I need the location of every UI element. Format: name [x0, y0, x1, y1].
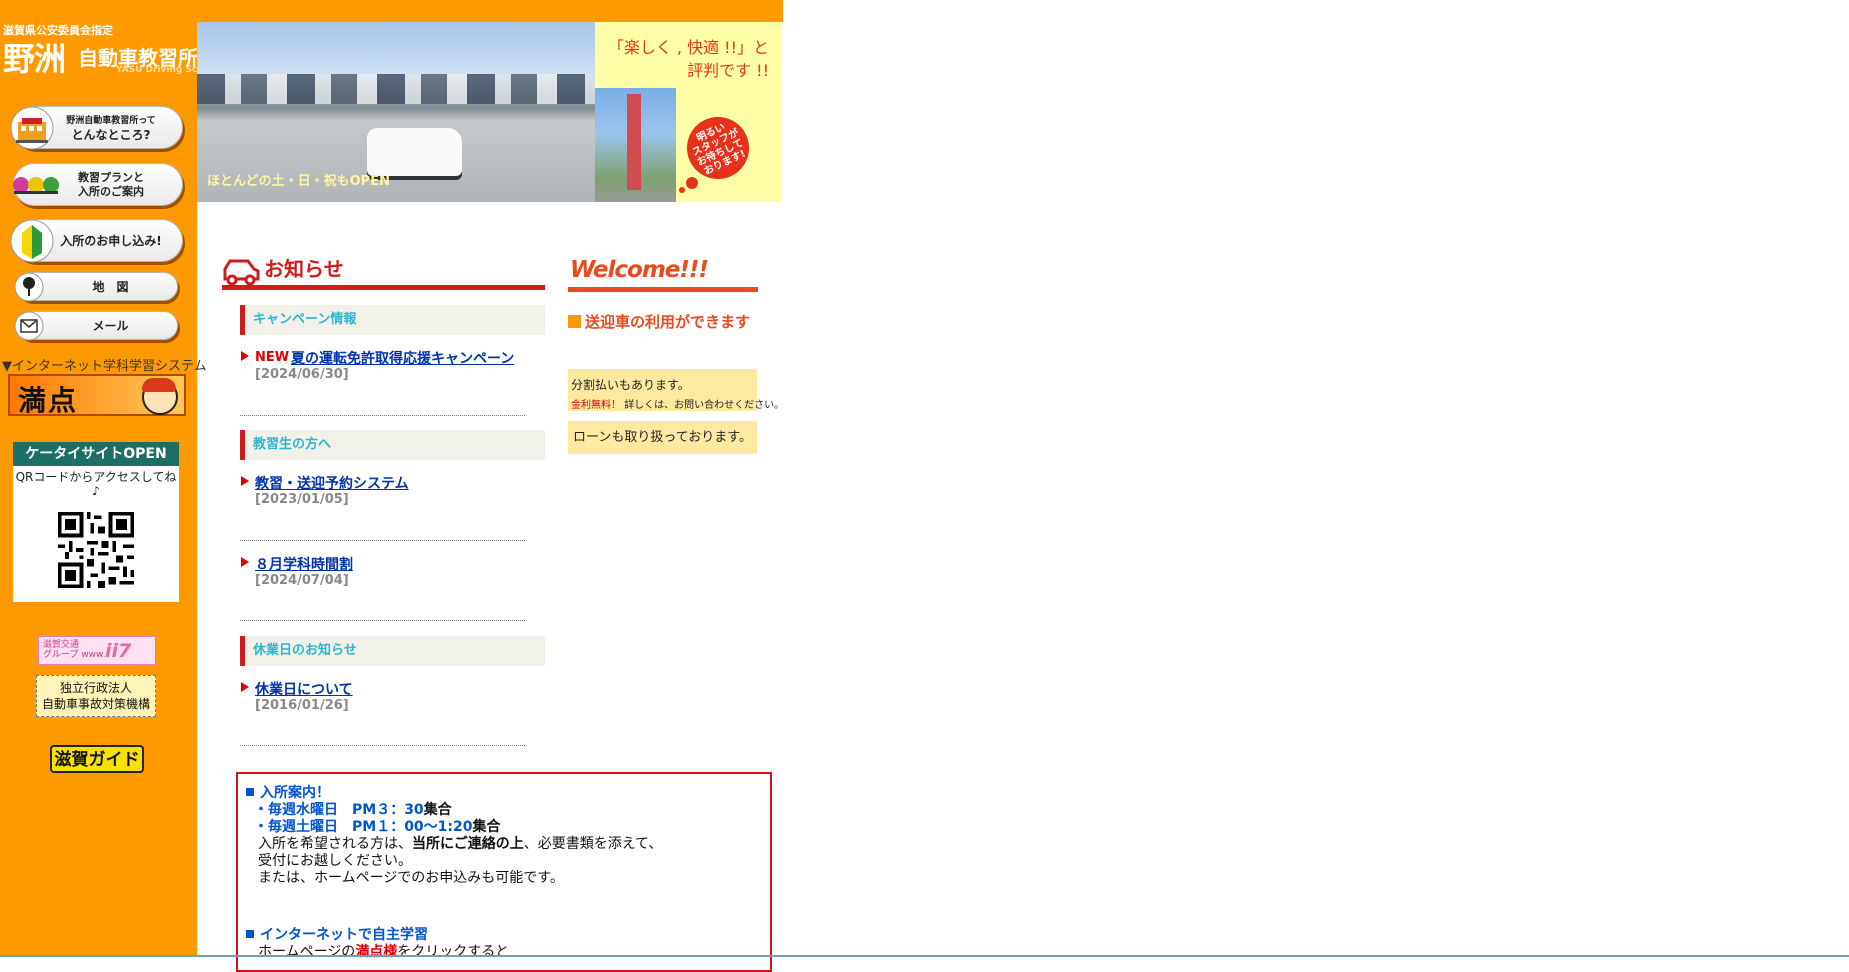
header-photo: ほとんどの土・日・祝もOPEN — [197, 22, 595, 202]
shuttle-notice: 送迎車の利用ができます — [568, 311, 750, 332]
info-text1c: 、必要書類を添えて、 — [523, 836, 663, 852]
school-sign-photo — [595, 88, 676, 202]
square-bullet-icon — [246, 930, 254, 938]
info-text4c: をクリックすると — [397, 944, 510, 960]
manten-banner-text: 満点 — [18, 384, 79, 417]
shiga-guide-banner[interactable]: 滋賀ガイド — [50, 745, 144, 773]
square-bullet-icon — [568, 315, 581, 328]
news-divider — [240, 620, 525, 621]
bullet-arrow-icon — [241, 557, 249, 567]
iina-banner-right: ii7 — [105, 640, 132, 662]
news-category-campaign: キャンペーン情報 — [240, 305, 545, 335]
news-date: [2023/01/05] — [255, 492, 349, 507]
nav-about-button[interactable]: 野洲自動車教習所って とんなところ? — [10, 106, 183, 150]
nav-mail-label: メール — [92, 318, 129, 333]
nav-mail-button[interactable]: メール — [14, 311, 178, 341]
bullet-arrow-icon — [241, 682, 249, 692]
news-link-reservation[interactable]: 教習・送迎予約システム — [255, 473, 409, 493]
mobile-site-text: QRコードからアクセスしてね♪ — [15, 470, 177, 498]
nasva-line2: 自動車事故対策機構 — [41, 697, 150, 711]
new-badge: NEW — [255, 350, 290, 365]
nav-about-line2: とんなところ? — [71, 127, 151, 142]
loan-box: ローンも取り扱っております。 — [568, 421, 757, 454]
iina-banner[interactable]: 滋賀交通 グループ www. ii7 — [38, 636, 156, 665]
map-pin-icon — [14, 272, 44, 302]
bullet-arrow-icon — [241, 476, 249, 486]
nav-map-label: 地 図 — [92, 279, 129, 294]
news-divider — [240, 540, 525, 541]
bullet-arrow-icon — [241, 351, 249, 361]
beginner-mark-icon — [10, 219, 54, 263]
nasva-line1: 独立行政法人 — [59, 681, 132, 695]
nav-apply-label: 入所のお申し込み! — [60, 233, 162, 248]
logo-brand: 野洲 — [3, 40, 66, 78]
installment-note: 詳しくは、お問い合わせください。 — [624, 400, 785, 411]
left-sidebar: 滋賀県公安委員会指定 野洲 自動車教習所 YASU Driving School… — [0, 0, 219, 957]
news-divider — [240, 415, 525, 416]
installment-box: 分割払いもあります。 金利無料！ 詳しくは、お問い合わせください。 — [568, 369, 784, 411]
iina-banner-left: 滋賀交通 グループ www. — [43, 640, 106, 660]
mobile-site-box: ケータイサイトOPEN QRコードからアクセスしてね♪ — [13, 442, 179, 602]
installment-red: 金利無料！ — [571, 400, 621, 411]
qr-code-icon — [58, 512, 134, 588]
mail-icon — [14, 311, 44, 341]
cars-icon — [10, 165, 62, 205]
news-date: [2024/07/04] — [255, 573, 349, 588]
shuttle-text: 送迎車の利用ができます — [585, 313, 751, 331]
news-title: お知らせ — [264, 257, 344, 281]
manten-banner[interactable]: 満点 — [8, 374, 186, 417]
square-bullet-icon — [246, 788, 254, 796]
news-date: [2016/01/26] — [255, 698, 349, 713]
nav-plan-button[interactable]: 教習プランと 入所のご案内 — [13, 163, 183, 206]
news-link-holidays[interactable]: 休業日について — [255, 679, 353, 699]
info-text3: または、ホームページでのお申込みも可能です。 — [258, 870, 564, 886]
news-link-schedule[interactable]: ８月学科時間割 — [255, 554, 353, 574]
news-date: [2024/06/30] — [255, 367, 349, 382]
installment-text: 分割払いもあります。 — [571, 378, 690, 392]
top-bar — [197, 0, 783, 22]
photo-car — [367, 128, 462, 176]
car-icon — [223, 259, 260, 285]
welcome-title: Welcome!!! — [570, 257, 709, 283]
nav-map-button[interactable]: 地 図 — [14, 272, 178, 302]
welcome-header: Welcome!!! — [568, 256, 758, 292]
bubble-dot — [686, 177, 698, 189]
header-slogan-panel: 「楽しく , 快適 !!」と 評判です !! 明るい スタッフが お待ちして お… — [595, 22, 781, 202]
photo-caption: ほとんどの土・日・祝もOPEN — [207, 174, 390, 189]
news-link-campaign[interactable]: 夏の運転免許取得応援キャンペーン — [291, 348, 514, 368]
header-slogan: 「楽しく , 快適 !!」と 評判です !! — [608, 36, 769, 82]
mobile-site-header: ケータイサイトOPEN — [13, 442, 179, 466]
info-text4b[interactable]: 満点様 — [355, 944, 397, 960]
admission-info-box: 入所案内！ ・毎週水曜日 PM３：30集合 ・毎週土曜日 PM１：00～1:20… — [236, 772, 772, 972]
nav-apply-button[interactable]: 入所のお申し込み! — [10, 219, 183, 263]
slogan-line1: 「楽しく , 快適 !!」と — [607, 38, 769, 57]
news-header: お知らせ — [222, 253, 545, 290]
photo-houses — [197, 74, 595, 104]
news-category-holidays: 休業日のお知らせ — [240, 636, 545, 666]
elearning-title: ▼インターネット学科学習システム — [2, 359, 207, 374]
nasva-banner[interactable]: 独立行政法人 自動車事故対策機構 — [36, 675, 156, 717]
nav-about-line1: 野洲自動車教習所って — [66, 115, 156, 126]
slogan-line2: 評判です !! — [687, 61, 769, 80]
school-logo[interactable]: 滋賀県公安委員会指定 野洲 自動車教習所 YASU Driving School — [3, 20, 219, 80]
bubble-dot-small — [679, 187, 685, 193]
news-category-students: 教習生の方へ — [240, 430, 545, 460]
news-divider — [240, 745, 525, 746]
info-text1b: 当所にご連絡の上 — [412, 836, 524, 852]
school-building-icon — [10, 106, 54, 150]
info-text4a: ホームページの — [258, 944, 356, 960]
mascot-icon — [142, 378, 178, 415]
